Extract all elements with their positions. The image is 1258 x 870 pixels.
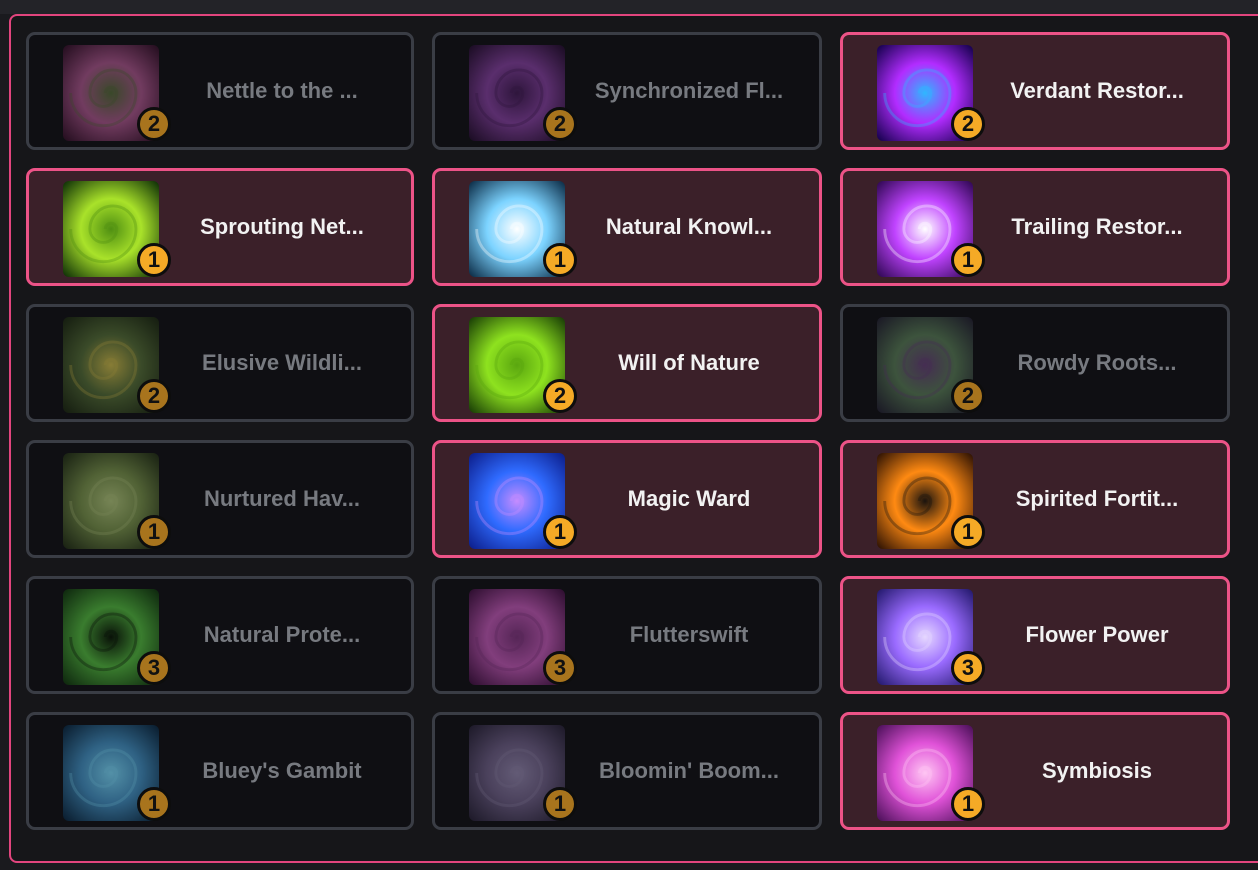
talent-card[interactable]: 1 Nurtured Hav... [26,440,414,558]
talent-card[interactable]: 3 Flutterswift [432,576,822,694]
talent-name: Magic Ward [627,486,751,511]
talent-name: Synchronized Fl... [594,78,784,103]
talent-card[interactable]: 1 Symbiosis [840,712,1230,830]
talent-name: Verdant Restor... [1010,78,1184,103]
talent-card[interactable]: 2 Rowdy Roots... [840,304,1230,422]
talent-card[interactable]: 1 Magic Ward [432,440,822,558]
talent-name: Flower Power [1025,622,1169,647]
talent-card[interactable]: 2 Will of Nature [432,304,822,422]
talent-card[interactable]: 1 Spirited Fortit... [840,440,1230,558]
talent-name: Natural Prote... [203,622,361,647]
talent-card[interactable]: 2 Elusive Wildli... [26,304,414,422]
talent-card[interactable]: 2 Verdant Restor... [840,32,1230,150]
talent-card[interactable]: 1 Trailing Restor... [840,168,1230,286]
talent-name: Nettle to the ... [206,78,358,103]
talent-name: Natural Knowl... [605,214,773,239]
talent-card[interactable]: 1 Sprouting Net... [26,168,414,286]
talent-name: Nurtured Hav... [203,486,361,511]
talent-name: Bluey's Gambit [202,758,362,783]
talent-card[interactable]: 1 Bloomin' Boom... [432,712,822,830]
talent-card[interactable]: 2 Synchronized Fl... [432,32,822,150]
talent-name: Bloomin' Boom... [599,758,779,783]
talent-card[interactable]: 2 Nettle to the ... [26,32,414,150]
talent-name: Sprouting Net... [200,214,364,239]
talent-name: Symbiosis [1041,758,1153,783]
top-bar [0,0,1258,14]
talent-name: Rowdy Roots... [1017,350,1177,375]
talent-name: Spirited Fortit... [1015,486,1179,511]
talent-card[interactable]: 1 Natural Knowl... [432,168,822,286]
talent-card[interactable]: 1 Bluey's Gambit [26,712,414,830]
talent-name: Elusive Wildli... [202,350,362,375]
talent-name: Flutterswift [629,622,749,647]
talent-name: Will of Nature [618,350,760,375]
talent-card[interactable]: 3 Flower Power [840,576,1230,694]
talent-grid: 2 Nettle to the ... 2 Synchronized Fl... 2 Ve… [26,32,1230,830]
talent-name: Trailing Restor... [1011,214,1183,239]
talent-card[interactable]: 3 Natural Prote... [26,576,414,694]
